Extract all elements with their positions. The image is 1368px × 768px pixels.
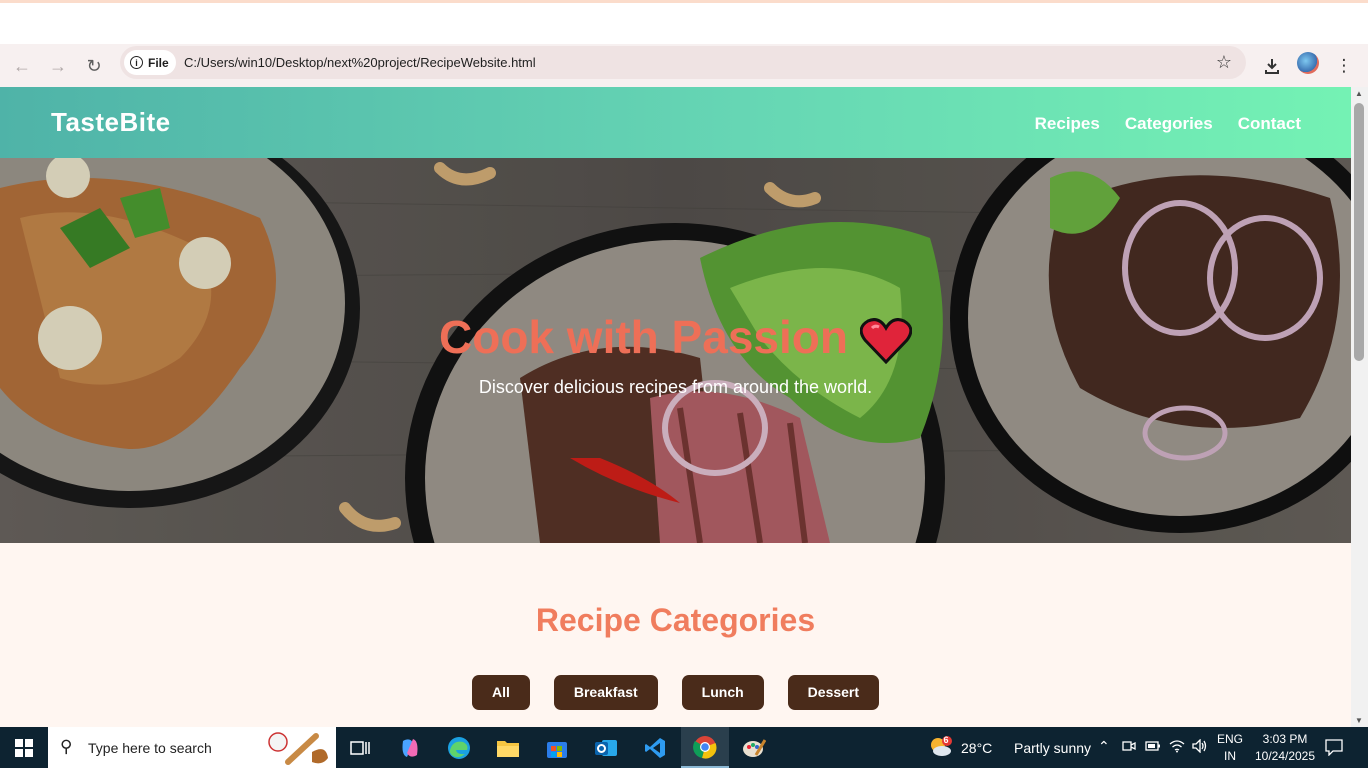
clock-time[interactable]: 3:03 PM bbox=[1250, 732, 1320, 746]
microsoft-store-icon[interactable] bbox=[533, 727, 581, 768]
site-info-chip[interactable]: i File bbox=[124, 50, 176, 75]
battery-icon[interactable] bbox=[1145, 739, 1161, 755]
info-icon: i bbox=[130, 56, 143, 69]
wifi-icon[interactable] bbox=[1169, 739, 1185, 756]
windows-taskbar: ⚲ Type here to search 6 28°C Partly sunn… bbox=[0, 727, 1368, 768]
heart-icon bbox=[859, 317, 912, 364]
hero-title-text: Cook with Passion bbox=[439, 311, 848, 363]
scroll-up-arrow-icon[interactable]: ▲ bbox=[1355, 89, 1363, 98]
category-button-lunch[interactable]: Lunch bbox=[681, 675, 764, 710]
file-explorer-icon[interactable] bbox=[484, 727, 532, 768]
task-view-icon[interactable] bbox=[336, 727, 384, 768]
browser-tab-strip bbox=[0, 0, 1368, 44]
search-icon: ⚲ bbox=[60, 737, 73, 756]
url-text[interactable]: C:/Users/win10/Desktop/next%20project/Re… bbox=[184, 55, 536, 70]
copilot-icon[interactable] bbox=[386, 727, 434, 768]
search-highlight-baseball-icon bbox=[268, 732, 328, 765]
vscode-icon[interactable] bbox=[631, 727, 679, 768]
edge-browser-icon[interactable] bbox=[435, 727, 483, 768]
outlook-icon[interactable] bbox=[582, 727, 630, 768]
weather-temp[interactable]: 28°C bbox=[961, 740, 992, 756]
forward-icon[interactable]: → bbox=[44, 52, 72, 80]
hero-subtitle: Discover delicious recipes from around t… bbox=[478, 377, 873, 397]
reload-icon[interactable]: ↻ bbox=[80, 52, 108, 80]
nav-link-contact[interactable]: Contact bbox=[1238, 114, 1301, 134]
chrome-icon[interactable] bbox=[681, 727, 729, 768]
web-viewport: TasteBite Recipes Categories Contact Coo… bbox=[0, 87, 1351, 727]
page-scrollbar[interactable]: ▲ ▼ bbox=[1351, 87, 1368, 727]
windows-logo-icon bbox=[15, 738, 33, 757]
profile-avatar[interactable] bbox=[1297, 52, 1319, 74]
meet-now-icon[interactable] bbox=[1122, 739, 1136, 756]
weather-badge: 6 bbox=[943, 735, 949, 745]
nav-link-recipes[interactable]: Recipes bbox=[1035, 114, 1100, 134]
browser-toolbar: ← → ↻ i File C:/Users/win10/Desktop/next… bbox=[0, 44, 1368, 87]
start-button[interactable] bbox=[0, 727, 48, 768]
language-indicator-line2[interactable]: IN bbox=[1216, 749, 1244, 763]
show-hidden-icons-chevron-icon[interactable]: ⌃ bbox=[1098, 738, 1110, 755]
site-nav: Recipes Categories Contact bbox=[1035, 114, 1301, 134]
category-button-breakfast[interactable]: Breakfast bbox=[553, 675, 658, 710]
paint-icon[interactable] bbox=[730, 727, 778, 768]
menu-kebab-icon[interactable]: ⋮ bbox=[1330, 52, 1358, 80]
site-logo[interactable]: TasteBite bbox=[51, 107, 171, 138]
site-header: TasteBite Recipes Categories Contact bbox=[0, 87, 1351, 158]
hero-title: Cook with Passion bbox=[0, 310, 1351, 364]
notification-center-icon[interactable] bbox=[1325, 738, 1343, 759]
weather-icon[interactable] bbox=[928, 736, 954, 761]
hero-banner: Cook with Passion Discover delicious rec… bbox=[0, 158, 1351, 543]
back-icon[interactable]: ← bbox=[8, 52, 36, 80]
category-filter-bar: All Breakfast Lunch Dessert bbox=[0, 675, 1351, 710]
language-indicator-line1[interactable]: ENG bbox=[1216, 732, 1244, 746]
volume-icon[interactable] bbox=[1192, 738, 1208, 756]
taskbar-search-placeholder: Type here to search bbox=[88, 740, 212, 756]
category-button-all[interactable]: All bbox=[471, 675, 530, 710]
scroll-thumb[interactable] bbox=[1354, 103, 1364, 361]
clock-date[interactable]: 10/24/2025 bbox=[1250, 749, 1320, 763]
taskbar-search[interactable]: ⚲ Type here to search bbox=[48, 727, 336, 768]
scroll-down-arrow-icon[interactable]: ▼ bbox=[1355, 716, 1363, 725]
weather-desc[interactable]: Partly sunny bbox=[1014, 740, 1091, 756]
categories-heading: Recipe Categories bbox=[535, 602, 816, 638]
nav-link-categories[interactable]: Categories bbox=[1125, 114, 1213, 134]
bookmark-star-icon[interactable]: ☆ bbox=[1216, 52, 1232, 73]
download-icon[interactable] bbox=[1258, 52, 1286, 80]
address-bar[interactable]: i File C:/Users/win10/Desktop/next%20pro… bbox=[120, 46, 1246, 79]
category-button-dessert[interactable]: Dessert bbox=[787, 675, 880, 710]
site-chip-label: File bbox=[148, 55, 169, 70]
